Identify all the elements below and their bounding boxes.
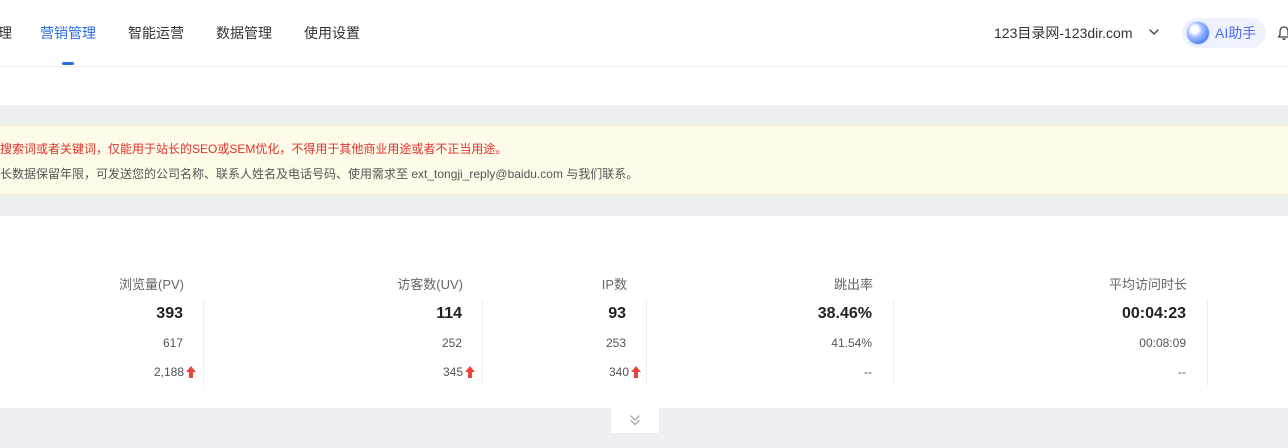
site-selector[interactable]: 123目录网-123dir.com [994,0,1133,66]
bell-icon[interactable] [1276,25,1288,41]
stat-change-bounce-rate: -- [864,365,872,379]
stat-change-avg-duration: -- [1178,365,1186,379]
stat-previous-ip: 253 [605,336,626,350]
nav-tab-settings[interactable]: 使用设置 [304,0,360,66]
stat-change-pv: 2,188 [154,365,196,379]
column-divider [482,300,483,386]
nav-tab-partial[interactable]: 理 [0,0,12,66]
nav-tab-data-management[interactable]: 数据管理 [216,0,272,66]
stat-value-uv: 114 [436,305,462,322]
stat-label-avg-duration: 平均访问时长 [1108,277,1187,292]
stat-previous-pv: 617 [162,336,183,350]
column-divider [1207,300,1208,386]
column-divider [203,300,204,386]
notice-banner: 搜索词或者关键词，仅能用于站长的SEO或SEM优化，不得用于其他商业用途或者不正… [0,125,1288,195]
nav-tab-smart-ops[interactable]: 智能运营 [128,0,184,66]
stat-change-value: 2,188 [153,365,184,379]
stat-change-ip: 340 [609,365,641,379]
stat-label-bounce-rate: 跳出率 [833,277,873,292]
stat-previous-bounce-rate: 41.54% [831,336,872,350]
column-divider [646,300,647,386]
stat-label-pv: 浏览量(PV) [118,277,184,292]
stat-previous-uv: 252 [441,336,462,350]
stat-previous-avg-duration: 00:08:09 [1139,336,1186,350]
stat-change-value: 345 [442,365,463,379]
page: 理 营销管理 智能运营 数据管理 使用设置 123目录网-123dir.com … [0,0,1288,448]
stat-label-uv: 访客数(UV) [397,277,463,292]
stat-value-ip: 93 [608,305,626,322]
notice-info-text: 长数据保留年限，可发送您的公司名称、联系人姓名及电话号码、使用需求至 ext_t… [0,167,639,181]
stat-label-ip: IP数 [601,277,627,292]
expand-toggle-button[interactable] [610,408,660,434]
stat-change-uv: 345 [443,365,475,379]
stat-change-value: 340 [608,365,629,379]
top-nav-bar: 理 营销管理 智能运营 数据管理 使用设置 123目录网-123dir.com … [0,0,1288,67]
up-arrow-icon [186,366,196,378]
column-divider [893,300,894,386]
stats-panel: 浏览量(PV) 393 617 2,188 访客数(UV) 114 252 34… [0,216,1288,408]
nav-tab-marketing[interactable]: 营销管理 [40,0,96,66]
chevron-down-icon[interactable] [1148,26,1160,38]
stat-value-pv: 393 [156,305,183,322]
notice-warning-text: 搜索词或者关键词，仅能用于站长的SEO或SEM优化，不得用于其他商业用途或者不正… [0,142,508,156]
up-arrow-icon [465,366,475,378]
ai-orb-icon [1187,22,1209,44]
up-arrow-icon [631,366,641,378]
ai-assistant-button[interactable]: AI助手 [1182,18,1266,48]
stat-value-avg-duration: 00:04:23 [1121,305,1186,322]
ai-assistant-label: AI助手 [1215,25,1257,41]
stat-value-bounce-rate: 38.46% [817,305,872,322]
double-chevron-down-icon [630,415,640,426]
sub-toolbar [0,67,1288,105]
